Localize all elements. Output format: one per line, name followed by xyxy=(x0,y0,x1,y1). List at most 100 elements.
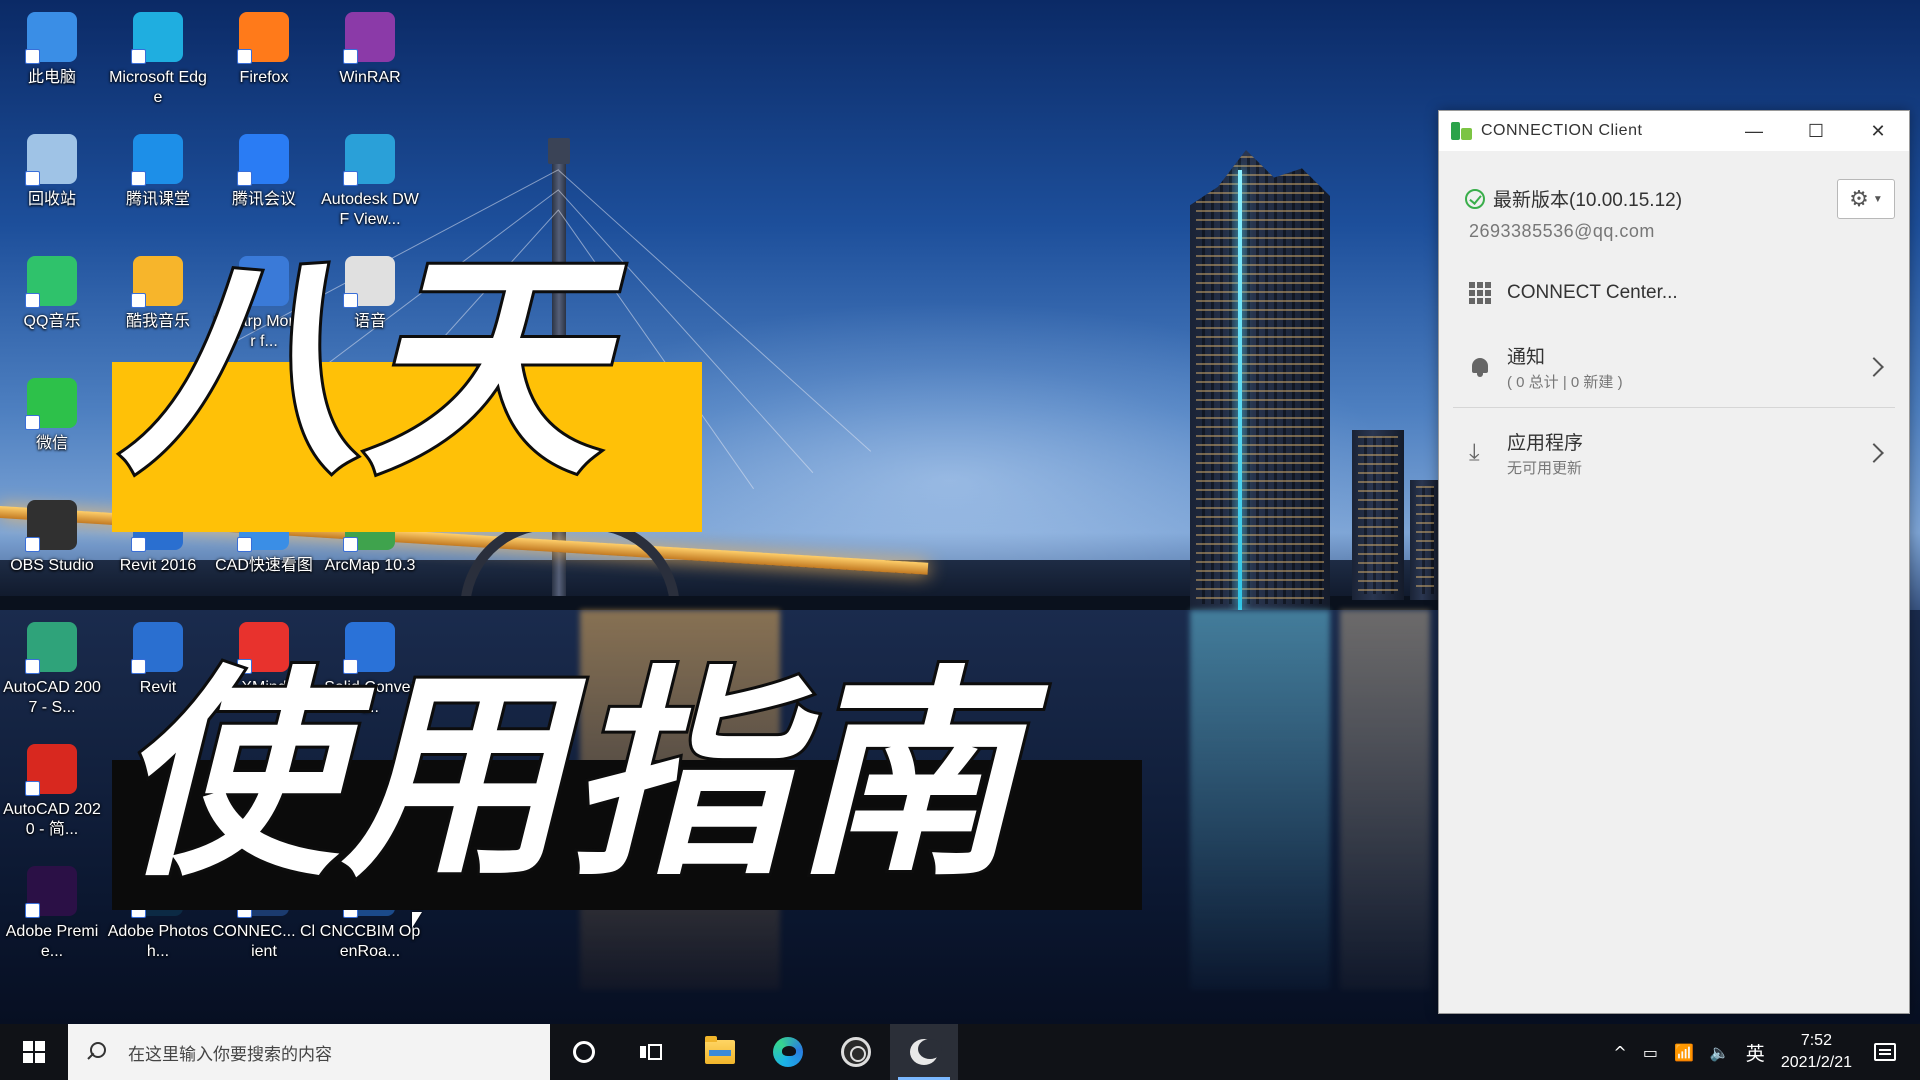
window-titlebar[interactable]: CONNECTION Client — ☐ ✕ xyxy=(1439,111,1909,151)
close-button[interactable]: ✕ xyxy=(1847,111,1909,151)
window-body: 最新版本(10.00.15.12) 2693385536@qq.com ⚙ ▼ … xyxy=(1439,151,1909,1013)
autocad-2020-icon xyxy=(25,744,77,796)
folder-icon xyxy=(705,1036,735,1064)
applications-title: 应用程序 xyxy=(1507,433,1584,454)
taskbar: 在这里输入你要搜索的内容 ^ ▭ 📶 🔈 英 7:52 2021/2/21 xyxy=(0,1024,1920,1080)
mouse-cursor xyxy=(412,912,422,928)
light-reflection xyxy=(1340,610,1430,990)
edge-taskbar-button[interactable] xyxy=(754,1024,822,1080)
connection-client-taskbar-button[interactable] xyxy=(890,1024,958,1080)
check-circle-icon xyxy=(1465,188,1485,209)
maximize-button[interactable]: ☐ xyxy=(1785,111,1847,151)
clock-time: 7:52 xyxy=(1800,1032,1832,1049)
input-method-indicator[interactable]: 英 xyxy=(1746,1039,1765,1066)
connection-client-window: CONNECTION Client — ☐ ✕ 最新版本(10.00.15.12… xyxy=(1438,110,1910,1014)
file-explorer-button[interactable] xyxy=(686,1024,754,1080)
qq-music-icon xyxy=(25,256,77,308)
autocad-2007-icon xyxy=(25,622,77,674)
battery-icon[interactable]: ▭ xyxy=(1643,1043,1658,1062)
cortana-icon xyxy=(573,1041,595,1063)
applications-row[interactable]: 应用程序 无可用更新 xyxy=(1453,417,1895,489)
desktop-shortcut-label: Adobe Photosh... xyxy=(107,923,209,960)
windows-logo-icon xyxy=(23,1041,45,1063)
winrar-icon xyxy=(343,12,395,64)
volume-icon[interactable]: 🔈 xyxy=(1710,1043,1730,1062)
chevron-right-icon xyxy=(1864,357,1884,377)
minimize-button[interactable]: — xyxy=(1723,111,1785,151)
connect-center-link[interactable]: CONNECT Center... xyxy=(1453,273,1895,313)
desktop-shortcut-label: CNCCBIM OpenRoa... xyxy=(319,923,421,960)
desktop-shortcut[interactable]: 腾讯会议 xyxy=(212,128,316,246)
version-row: 最新版本(10.00.15.12) xyxy=(1465,185,1682,212)
obs-taskbar-button[interactable] xyxy=(822,1024,890,1080)
tray-overflow-chevron-icon[interactable]: ^ xyxy=(1613,1043,1626,1062)
desktop-shortcut-label: CONNEC... Client xyxy=(212,923,316,960)
connection-logo-icon xyxy=(1451,120,1473,142)
skyscraper-main xyxy=(1190,150,1330,610)
desktop-shortcut-label: Microsoft Edge xyxy=(109,69,207,106)
overlay-title-line1: 八天 xyxy=(117,230,604,507)
desktop-shortcut-label: OBS Studio xyxy=(10,557,94,574)
desktop-shortcut[interactable]: 微信 xyxy=(0,372,104,490)
tencent-classroom-icon xyxy=(131,134,183,186)
network-icon[interactable]: 📶 xyxy=(1674,1043,1694,1062)
edge-icon xyxy=(131,12,183,64)
desktop-shortcut[interactable]: 此电脑 xyxy=(0,6,104,124)
clock-date: 2021/2/21 xyxy=(1780,1054,1852,1071)
taskbar-search-box[interactable]: 在这里输入你要搜索的内容 xyxy=(68,1024,550,1080)
desktop-shortcut-label: CAD快速看图 xyxy=(215,557,313,574)
edge-icon xyxy=(773,1037,803,1067)
premiere-icon xyxy=(25,866,77,918)
desktop-shortcut-label: 腾讯课堂 xyxy=(125,191,190,208)
settings-dropdown-button[interactable]: ⚙ ▼ xyxy=(1837,179,1895,219)
desktop-shortcut-label: AutoCAD 2007 - S... xyxy=(3,679,101,716)
desktop-shortcut[interactable]: QQ音乐 xyxy=(0,250,104,368)
light-reflection xyxy=(1190,610,1330,990)
version-text: 最新版本(10.00.15.12) xyxy=(1493,190,1683,211)
search-placeholder: 在这里输入你要搜索的内容 xyxy=(128,1044,332,1065)
window-title: CONNECTION Client xyxy=(1481,122,1643,139)
start-button[interactable] xyxy=(0,1024,68,1080)
desktop-shortcut-label: Autodesk DWF View... xyxy=(321,191,419,228)
apps-grid-icon xyxy=(1469,282,1491,304)
dwf-viewer-icon xyxy=(343,134,395,186)
desktop-shortcut[interactable]: WinRAR xyxy=(318,6,422,124)
skyscraper-small xyxy=(1410,480,1440,600)
desktop-shortcut[interactable]: Firefox xyxy=(212,6,316,124)
taskbar-clock[interactable]: 7:52 2021/2/21 xyxy=(1781,1030,1852,1074)
notifications-count: ( 0 总计 | 0 新建 ) xyxy=(1507,374,1623,391)
desktop-shortcut-label: Adobe Premie... xyxy=(5,923,99,960)
action-center-icon[interactable] xyxy=(1874,1043,1896,1061)
desktop-shortcut[interactable]: Autodesk DWF View... xyxy=(318,128,422,246)
task-view-button[interactable] xyxy=(618,1024,686,1080)
cortana-button[interactable] xyxy=(550,1024,618,1080)
firefox-icon xyxy=(237,12,289,64)
applications-status: 无可用更新 xyxy=(1507,460,1583,477)
desktop-shortcut-label: Revit 2016 xyxy=(119,557,197,574)
wechat-icon xyxy=(25,378,77,430)
desktop-shortcut-label: 此电脑 xyxy=(27,69,76,86)
desktop-shortcut[interactable]: AutoCAD 2007 - S... xyxy=(0,616,104,734)
desktop-shortcut-label: QQ音乐 xyxy=(23,313,81,330)
obs-icon xyxy=(25,500,77,552)
desktop-shortcut-label: 回收站 xyxy=(27,191,76,208)
desktop-shortcut[interactable]: OBS Studio xyxy=(0,494,104,612)
row-divider xyxy=(1453,407,1895,408)
notifications-row[interactable]: 通知 ( 0 总计 | 0 新建 ) xyxy=(1453,331,1895,403)
connect-center-label: CONNECT Center... xyxy=(1507,282,1678,303)
connection-client-icon xyxy=(908,1037,942,1067)
caret-down-icon: ▼ xyxy=(1872,193,1883,205)
desktop-shortcut-label: WinRAR xyxy=(339,69,401,86)
desktop-shortcut-label: 腾讯会议 xyxy=(231,191,296,208)
task-view-icon xyxy=(640,1042,664,1062)
skyscraper-right xyxy=(1352,430,1404,600)
desktop-shortcut[interactable]: Microsoft Edge xyxy=(106,6,210,124)
desktop-shortcut[interactable]: 回收站 xyxy=(0,128,104,246)
desktop-shortcut[interactable]: AutoCAD 2020 - 简... xyxy=(0,738,104,856)
desktop-shortcut-label: AutoCAD 2020 - 简... xyxy=(3,801,101,838)
search-icon xyxy=(86,1042,106,1062)
desktop-shortcut[interactable]: 腾讯课堂 xyxy=(106,128,210,246)
desktop-shortcut-label: Firefox xyxy=(239,69,289,86)
chevron-right-icon xyxy=(1864,443,1884,463)
desktop-shortcut[interactable]: Adobe Premie... xyxy=(0,860,104,978)
